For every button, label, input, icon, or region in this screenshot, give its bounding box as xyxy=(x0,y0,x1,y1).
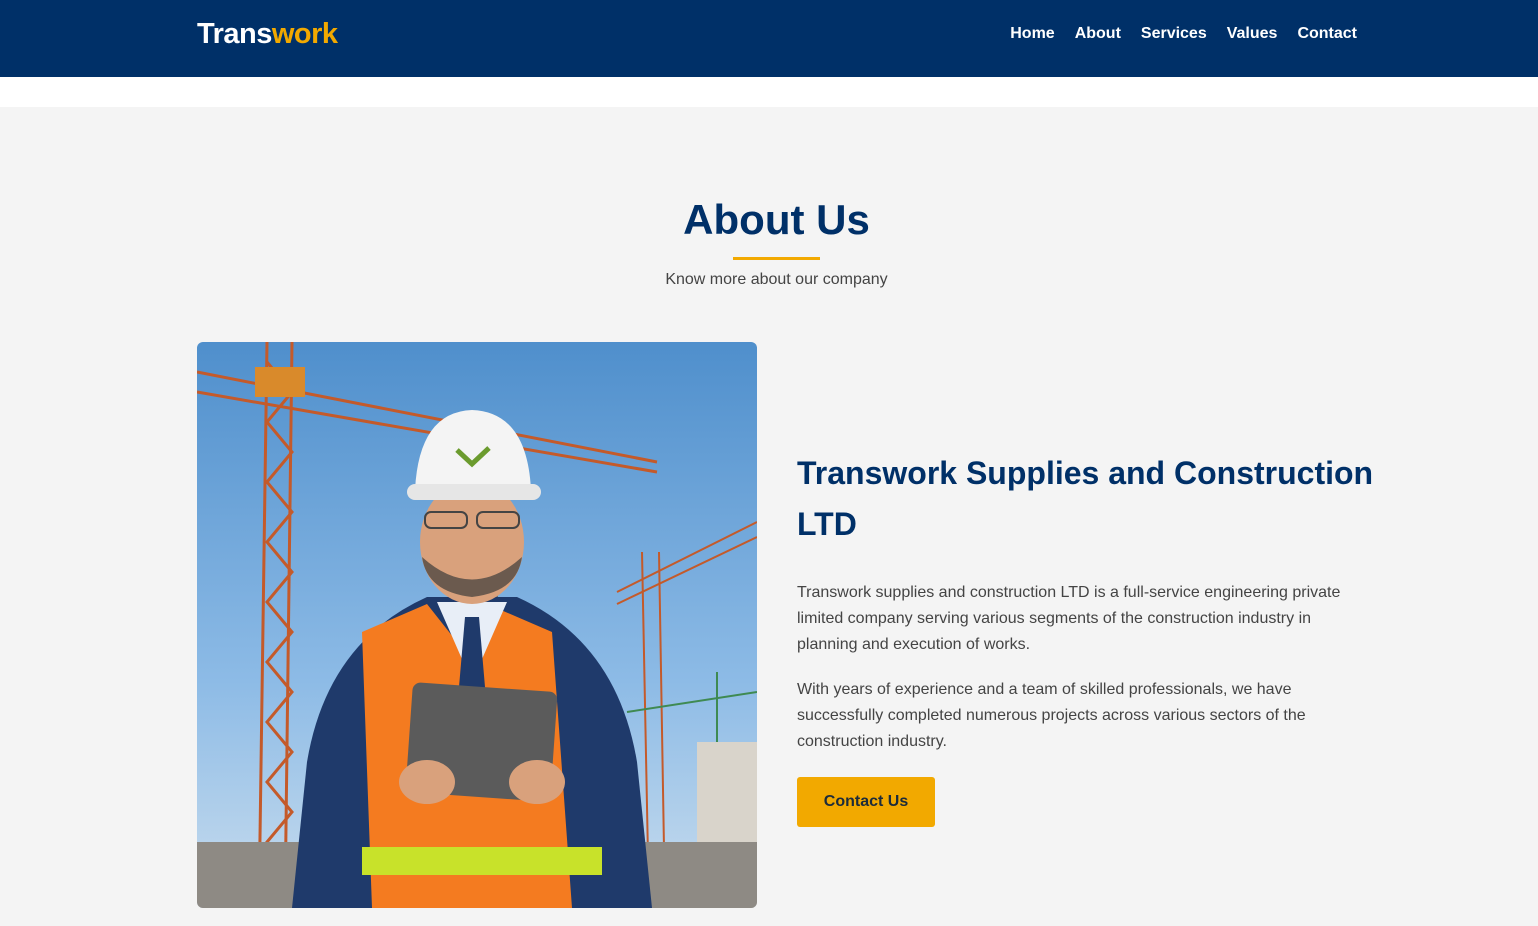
title-underline xyxy=(733,257,820,260)
top-navbar: Transwork Home About Services Values Con… xyxy=(0,0,1538,77)
crane-cab xyxy=(255,367,305,397)
nav-link-home[interactable]: Home xyxy=(1010,25,1054,43)
nav-link-contact[interactable]: Contact xyxy=(1297,25,1357,43)
company-heading: Transwork Supplies and Construction LTD xyxy=(797,455,1374,542)
main-nav: Home About Services Values Contact xyxy=(1010,25,1357,43)
engineer-photo xyxy=(197,342,757,908)
about-paragraph-1: Transwork supplies and construction LTD … xyxy=(797,584,1341,653)
engineer-illustration xyxy=(197,342,757,908)
header-spacer xyxy=(0,77,1538,107)
nav-link-values[interactable]: Values xyxy=(1227,25,1278,43)
brand-logo[interactable]: Transwork xyxy=(197,18,338,51)
nav-link-about[interactable]: About xyxy=(1075,25,1121,43)
brand-logo-part1: Trans xyxy=(197,18,272,50)
section-title: About Us xyxy=(683,196,870,243)
section-subtitle: Know more about our company xyxy=(665,271,888,288)
nav-link-services[interactable]: Services xyxy=(1141,25,1207,43)
brand-logo-part2: work xyxy=(271,18,338,50)
contact-us-button[interactable]: Contact Us xyxy=(797,777,935,827)
about-paragraph-2: With years of experience and a team of s… xyxy=(797,681,1306,750)
about-content: Transwork Supplies and Construction LTD … xyxy=(797,448,1377,827)
